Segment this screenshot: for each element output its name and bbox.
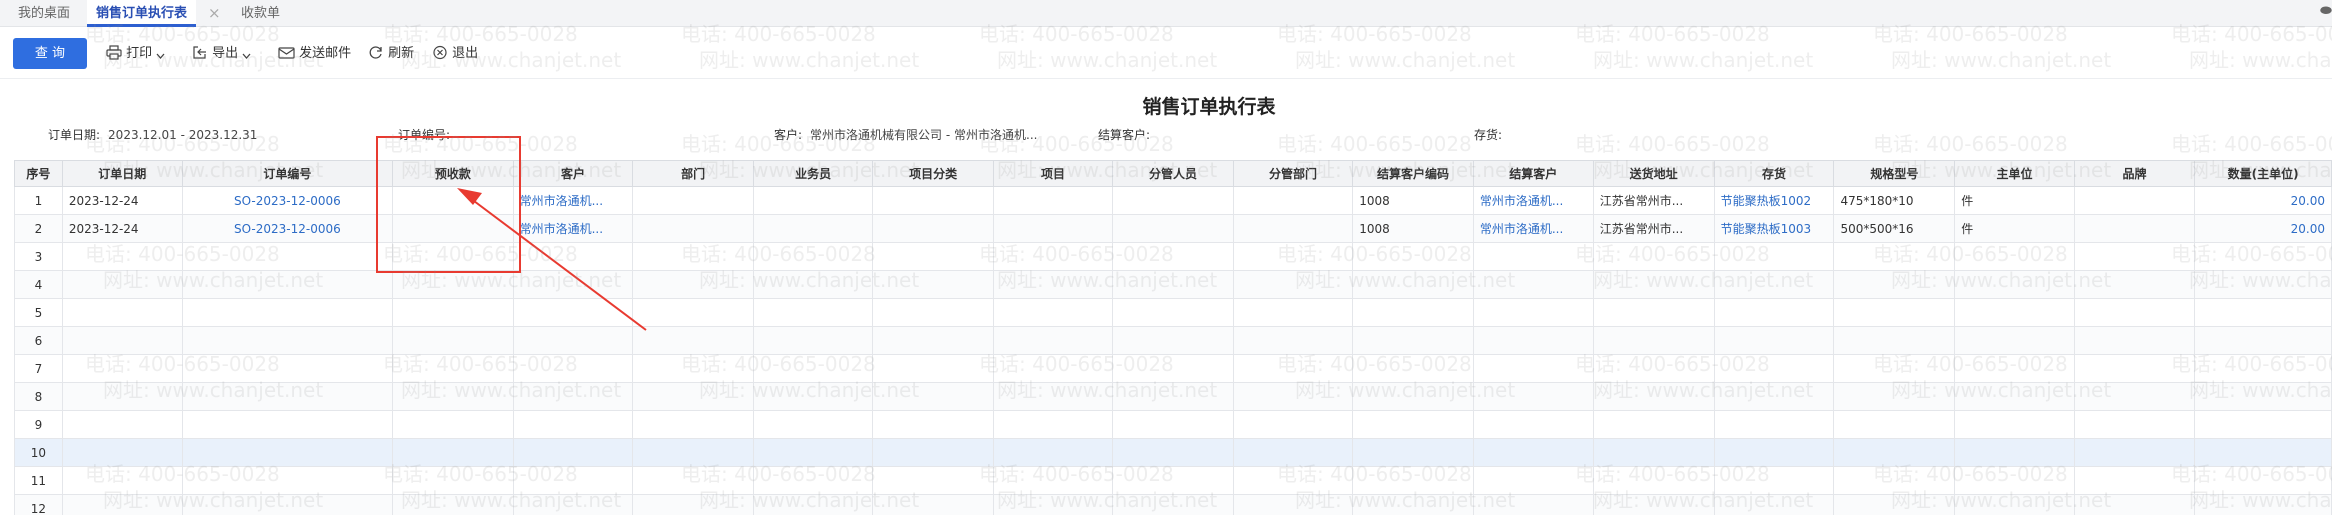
- annotation-arrow: [457, 188, 647, 331]
